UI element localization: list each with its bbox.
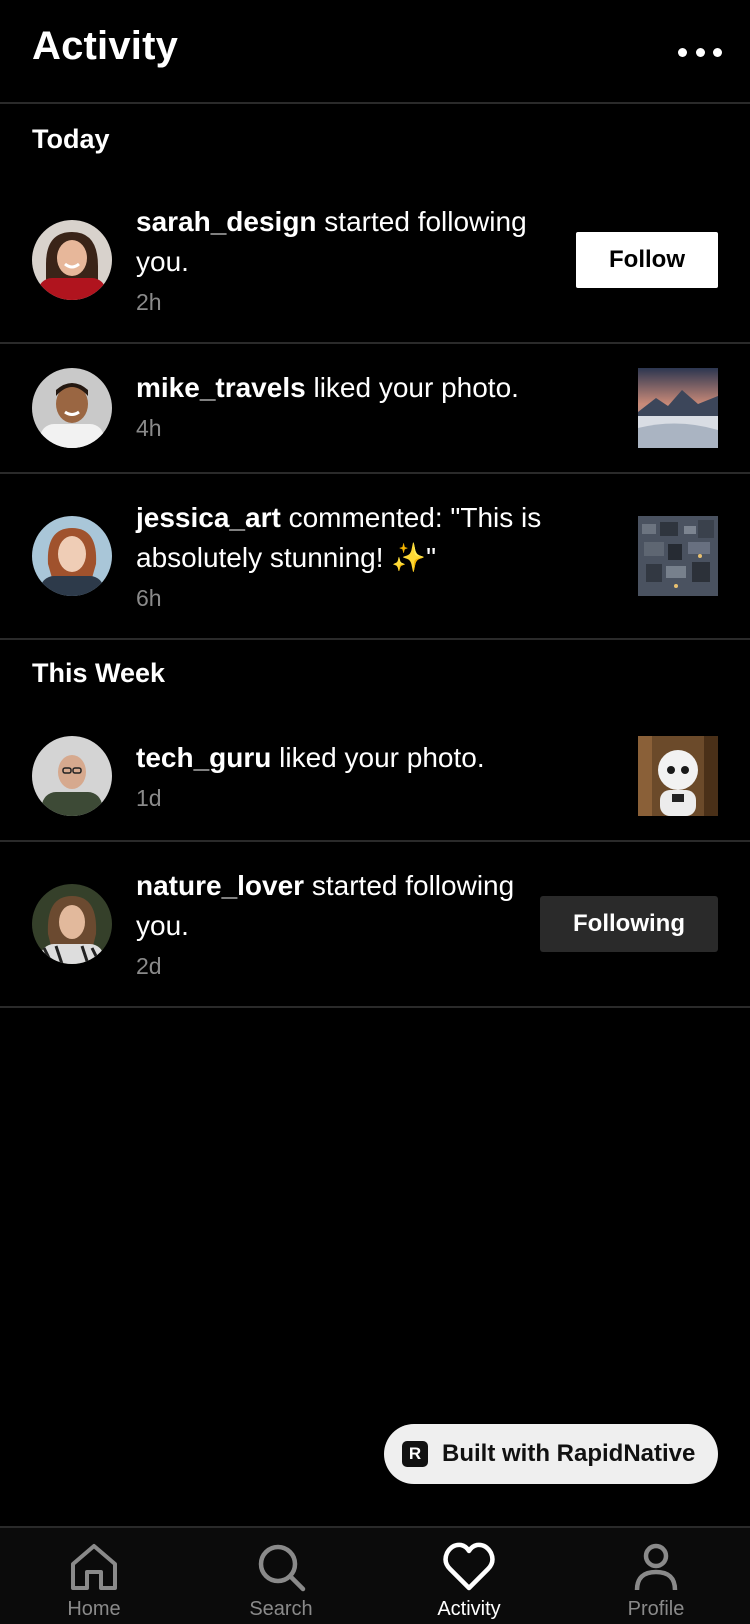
timestamp: 2d: [136, 953, 162, 979]
section-label-this-week: This Week: [32, 658, 166, 688]
tab-profile[interactable]: Profile: [586, 1540, 726, 1624]
tab-label: Home: [67, 1598, 121, 1620]
page-title: Activity: [32, 24, 179, 68]
person-icon: [634, 1543, 678, 1591]
section-label-today: Today: [32, 124, 110, 154]
timestamp: 4h: [136, 415, 162, 441]
activity-row[interactable]: nature_lover started following you. 2d F…: [0, 842, 750, 1008]
photo-thumbnail[interactable]: [638, 368, 718, 448]
more-options-icon[interactable]: [678, 38, 722, 66]
timestamp: 2h: [136, 289, 162, 315]
activity-text: jessica_art commented: "This is absolute…: [136, 498, 576, 616]
activity-text: sarah_design started following you. 2h: [136, 202, 556, 320]
photo-thumbnail[interactable]: [638, 736, 718, 816]
heart-icon: [443, 1542, 495, 1591]
home-icon: [71, 1544, 117, 1590]
avatar[interactable]: [32, 220, 112, 300]
activity-row[interactable]: sarah_design started following you. 2h F…: [0, 180, 750, 344]
avatar[interactable]: [32, 368, 112, 448]
timestamp: 1d: [136, 785, 162, 811]
follow-button[interactable]: Follow: [576, 232, 718, 288]
tab-home[interactable]: Home: [24, 1540, 164, 1624]
tab-label: Search: [249, 1598, 313, 1620]
following-button[interactable]: Following: [540, 896, 718, 952]
activity-row[interactable]: mike_travels liked your photo. 4h: [0, 344, 750, 474]
username-link[interactable]: nature_lover: [136, 870, 304, 901]
rapidnative-logo-icon: R: [402, 1441, 428, 1467]
activity-row[interactable]: jessica_art commented: "This is absolute…: [0, 474, 750, 640]
username-link[interactable]: tech_guru: [136, 742, 271, 773]
bottom-tab-bar: Home Search Activity Profile: [0, 1526, 750, 1624]
avatar[interactable]: [32, 516, 112, 596]
badge-label: Built with RapidNative: [442, 1440, 696, 1467]
search-icon: [258, 1544, 306, 1592]
built-with-badge[interactable]: R Built with RapidNative: [384, 1424, 718, 1484]
tab-activity[interactable]: Activity: [399, 1540, 539, 1624]
timestamp: 6h: [136, 585, 162, 611]
photo-thumbnail[interactable]: [638, 516, 718, 596]
activity-text: nature_lover started following you. 2d: [136, 866, 516, 984]
activity-text: mike_travels liked your photo. 4h: [136, 368, 576, 446]
username-link[interactable]: sarah_design: [136, 206, 317, 237]
activity-text: tech_guru liked your photo. 1d: [136, 738, 576, 816]
avatar[interactable]: [32, 736, 112, 816]
username-link[interactable]: mike_travels: [136, 372, 306, 403]
tab-search[interactable]: Search: [211, 1540, 351, 1624]
app-header: Activity: [0, 0, 750, 104]
avatar[interactable]: [32, 884, 112, 964]
activity-row[interactable]: tech_guru liked your photo. 1d: [0, 716, 750, 842]
tab-label: Profile: [627, 1598, 685, 1620]
tab-label: Activity: [437, 1598, 501, 1620]
username-link[interactable]: jessica_art: [136, 502, 281, 533]
